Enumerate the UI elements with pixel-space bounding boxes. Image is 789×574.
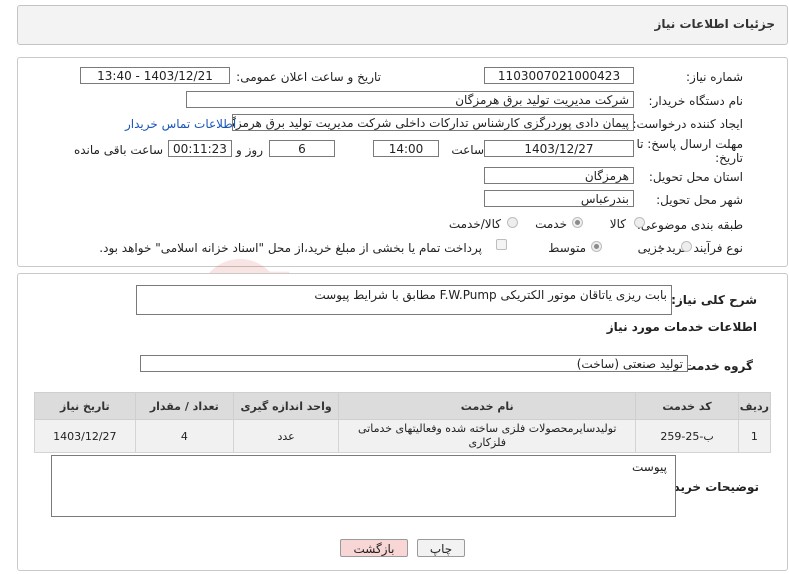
province-field[interactable]: هرمزگان — [484, 167, 634, 184]
buyer-label: نام دستگاه خریدار: — [648, 94, 744, 108]
announce-label: تاریخ و ساعت اعلان عمومی: — [236, 70, 381, 84]
col-unit: واحد اندازه گیری — [232, 392, 340, 420]
cell-unit: عدد — [232, 419, 340, 453]
process-minor-radio[interactable] — [681, 241, 692, 252]
process-medium-radio[interactable] — [591, 241, 602, 252]
cell-quantity: 4 — [134, 419, 234, 453]
col-service-name: نام خدمت — [338, 392, 637, 420]
days-field[interactable]: 6 — [269, 140, 335, 157]
process-medium-label: متوسط — [548, 241, 586, 255]
summary-label: شرح کلی نیاز: — [671, 293, 757, 307]
province-label: استان محل تحویل: — [648, 170, 743, 184]
category-label: طبقه بندی موضوعی: — [636, 218, 743, 232]
category-goods-service-label: کالا/خدمت — [448, 217, 501, 231]
city-label: شهر محل تحویل: — [656, 193, 743, 207]
category-goods-service-radio[interactable] — [507, 217, 518, 228]
buyer-contact-link[interactable]: اطلاعات تماس خریدار — [125, 117, 236, 131]
creator-field[interactable]: پیمان دادی پوردرگزی کارشناس تدارکات داخل… — [232, 114, 634, 131]
services-section-title: اطلاعات خدمات مورد نیاز — [606, 320, 757, 334]
need-number-field[interactable]: 1103007021000423 — [484, 67, 634, 84]
deadline-time-field[interactable]: 14:00 — [373, 140, 439, 157]
cell-row-number: 1 — [737, 419, 772, 453]
creator-label: ایجاد کننده درخواست: — [632, 117, 743, 131]
deadline-label: مهلت ارسال پاسخ: تا — [636, 137, 743, 151]
page-header: جزئیات اطلاعات نیاز — [17, 5, 788, 45]
need-number-label: شماره نیاز: — [686, 70, 743, 84]
category-service-label: خدمت — [535, 217, 567, 231]
announce-datetime-field[interactable]: 1403/12/21 - 13:40 — [80, 67, 230, 84]
print-button[interactable]: چاپ — [417, 539, 465, 557]
category-goods-label: کالا — [609, 217, 626, 231]
remaining-label: ساعت باقی مانده — [73, 143, 163, 157]
table-row[interactable]: 1 ب-25-259 تولیدسایرمحصولات فلزی ساخته ش… — [34, 419, 772, 453]
services-table: ردیف کد خدمت نام خدمت واحد اندازه گیری ت… — [34, 392, 772, 453]
cell-service-name: تولیدسایرمحصولات فلزی ساخته شده وفعالیته… — [338, 419, 637, 453]
deadline-label-2: تاریخ: — [715, 151, 743, 165]
process-label: نوع فرآیند خرید : — [658, 241, 743, 255]
form-panel — [17, 57, 788, 267]
summary-textarea[interactable]: بابت ریزی یاتاقان موتور الکتریکی F.W.Pum… — [136, 285, 672, 315]
col-service-code: کد خدمت — [635, 392, 739, 420]
process-minor-label: جزیی — [637, 241, 665, 255]
col-need-date: تاریخ نیاز — [34, 392, 136, 420]
summary-text: بابت ریزی یاتاقان موتور الکتریکی F.W.Pum… — [314, 288, 667, 302]
buyer-notes-textarea[interactable]: پیوست — [51, 455, 676, 517]
deadline-date-field[interactable]: 1403/12/27 — [484, 140, 634, 157]
service-group-label: گروه خدمت: — [679, 359, 753, 373]
treasury-payment-checkbox[interactable] — [496, 239, 507, 250]
buyer-notes-text: پیوست — [632, 460, 667, 474]
category-service-radio[interactable] — [572, 217, 583, 228]
col-quantity: تعداد / مقدار — [134, 392, 234, 420]
col-row-number: ردیف — [737, 392, 772, 420]
remaining-time-field[interactable]: 00:11:23 — [168, 140, 232, 157]
table-header-row: ردیف کد خدمت نام خدمت واحد اندازه گیری ت… — [34, 392, 772, 420]
page-title: جزئیات اطلاعات نیاز — [654, 17, 775, 31]
back-button[interactable]: بازگشت — [340, 539, 408, 557]
service-group-field[interactable]: تولید صنعتی (ساخت) — [140, 355, 688, 372]
days-label: روز و — [236, 143, 263, 157]
city-field[interactable]: بندرعباس — [484, 190, 634, 207]
treasury-payment-note: پرداخت تمام یا بخشی از مبلغ خرید،از محل … — [99, 241, 482, 255]
category-goods-radio[interactable] — [634, 217, 645, 228]
cell-service-code: ب-25-259 — [635, 419, 739, 453]
buyer-field[interactable]: شرکت مدیریت تولید برق هرمزگان — [186, 91, 634, 108]
time-label: ساعت — [451, 143, 484, 157]
cell-need-date: 1403/12/27 — [34, 419, 136, 453]
